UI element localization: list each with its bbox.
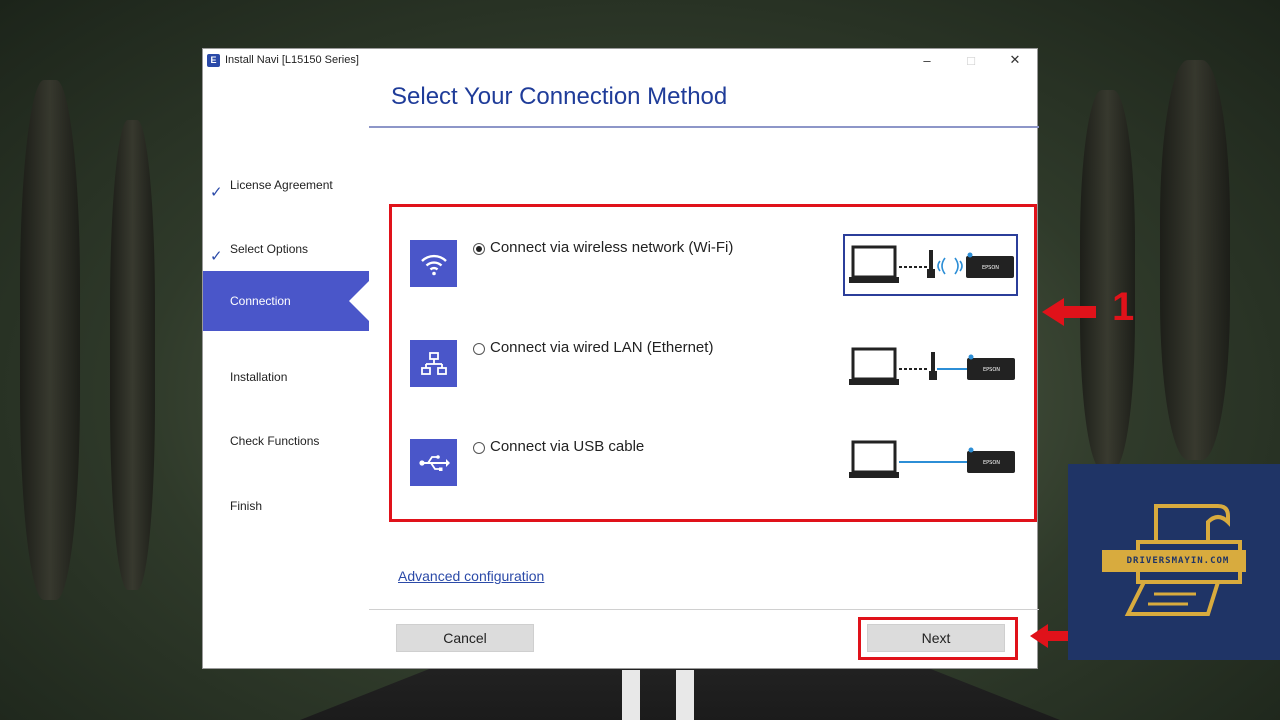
step-label: Installation [230,370,288,384]
title-divider [369,126,1039,128]
step-label: License Agreement [230,178,333,192]
page-title: Select Your Connection Method [391,83,728,110]
printer-brand-label: EPSON [983,460,1000,466]
wifi-option-label: Connect via wireless network (Wi-Fi) [490,239,734,256]
minimize-button[interactable]: – [905,49,949,71]
usb-icon [410,439,457,486]
title-bar: E Install Navi [L15150 Series] – □ ✕ [203,49,1037,71]
logo-text: DRIVERSMAYIN.COM [1126,556,1230,566]
options-pointer-arrow-icon [1042,298,1096,326]
step-check-functions: Check Functions [203,411,369,471]
ethernet-radio[interactable] [473,343,485,355]
close-button[interactable]: ✕ [993,49,1037,71]
network-icon [410,340,457,387]
step-select-options: ✓ Select Options [203,219,369,279]
epson-app-icon: E [207,53,220,67]
installer-window: E Install Navi [L15150 Series] – □ ✕ ✓ L… [202,48,1039,669]
usb-connection-diagram: EPSON [843,429,1018,491]
cancel-button[interactable]: Cancel [396,624,534,652]
option-wifi[interactable]: Connect via wireless network (Wi-Fi) EPS… [406,234,1026,297]
ethernet-option-label: Connect via wired LAN (Ethernet) [490,339,714,356]
printer-brand-label: EPSON [983,367,1000,373]
step-label: Finish [230,499,263,513]
step-installation: Installation [203,347,369,407]
step-license-agreement: ✓ License Agreement [203,155,369,215]
step-connection: Connection [203,271,369,331]
window-title: Install Navi [L15150 Series] [225,54,359,66]
connection-options-highlight: Connect via wireless network (Wi-Fi) EPS… [389,204,1037,522]
step-label: Connection [230,294,291,308]
driversmayin-logo: DRIVERSMAYIN.COM [1068,464,1280,660]
wifi-connection-diagram: EPSON [843,234,1018,296]
annotation-number: 1 [1112,285,1135,329]
printer-brand-label: EPSON [982,265,999,271]
next-button[interactable]: Next [867,624,1005,652]
option-ethernet[interactable]: Connect via wired LAN (Ethernet) EPSON [406,337,1026,397]
maximize-button[interactable]: □ [949,49,993,71]
step-label: Check Functions [230,434,320,448]
footer-divider [369,609,1039,610]
step-label: Select Options [230,242,309,256]
usb-radio[interactable] [473,442,485,454]
checkmark-icon: ✓ [210,184,223,201]
ethernet-connection-diagram: EPSON [843,336,1018,398]
wifi-radio[interactable] [473,243,485,255]
advanced-configuration-link[interactable]: Advanced configuration [398,568,544,584]
usb-option-label: Connect via USB cable [490,438,645,455]
step-finish: Finish [203,476,369,536]
next-pointer-arrow-icon [1030,624,1068,648]
steps-sidebar: ✓ License Agreement ✓ Select Options Con… [203,71,369,669]
option-usb[interactable]: Connect via USB cable EPSON [406,436,1026,496]
wifi-icon [410,240,457,287]
checkmark-icon: ✓ [210,248,223,265]
